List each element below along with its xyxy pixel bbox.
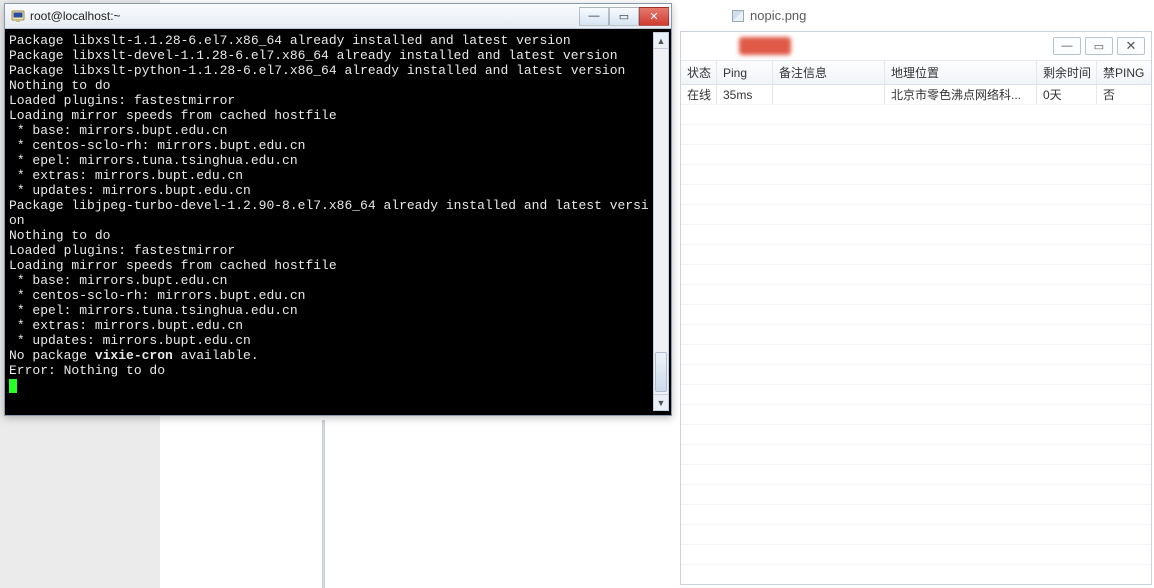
table-row-empty — [681, 305, 1151, 325]
minimize-button[interactable]: — — [579, 7, 609, 26]
image-file-icon — [732, 10, 744, 22]
table-row-empty — [681, 145, 1151, 165]
terminal-titlebar[interactable]: root@localhost:~ — ▭ ✕ — [5, 4, 671, 29]
scroll-thumb[interactable] — [655, 352, 667, 392]
file-tab-label: nopic.png — [750, 8, 806, 23]
blurred-red-button[interactable] — [739, 37, 791, 55]
terminal-line: Loaded plugins: fastestmirror — [9, 93, 653, 108]
panel-maximize-button[interactable]: ▭ — [1085, 37, 1113, 55]
terminal-line: Loading mirror speeds from cached hostfi… — [9, 108, 653, 123]
terminal-line: Loading mirror speeds from cached hostfi… — [9, 258, 653, 273]
table-row[interactable]: 在线35ms 北京市零色沸点网络科...0天否 — [681, 85, 1151, 105]
table-row-empty — [681, 245, 1151, 265]
terminal-title-text: root@localhost:~ — [30, 9, 121, 23]
table-cell: 否 — [1097, 85, 1145, 104]
terminal-line: * base: mirrors.bupt.edu.cn — [9, 123, 653, 138]
grid-header: 状态 Ping 备注信息 地理位置 剩余时间 禁PING — [681, 61, 1151, 85]
scroll-down-arrow-icon[interactable]: ▼ — [654, 394, 668, 410]
table-cell — [773, 85, 885, 104]
terminal-line: Nothing to do — [9, 228, 653, 243]
file-tab-nopic[interactable]: nopic.png — [720, 3, 818, 28]
close-button[interactable]: ✕ — [639, 7, 669, 26]
table-cell: 35ms — [717, 85, 773, 104]
terminal-line: * base: mirrors.bupt.edu.cn — [9, 273, 653, 288]
terminal-prompt-line — [9, 378, 653, 393]
maximize-button[interactable]: ▭ — [609, 7, 639, 26]
table-row-empty — [681, 385, 1151, 405]
table-cell: 0天 — [1037, 85, 1097, 104]
table-row-empty — [681, 105, 1151, 125]
table-row-empty — [681, 525, 1151, 545]
terminal-line: * epel: mirrors.tuna.tsinghua.edu.cn — [9, 303, 653, 318]
terminal-line: * extras: mirrors.bupt.edu.cn — [9, 168, 653, 183]
terminal-line: Package libxslt-1.1.28-6.el7.x86_64 alre… — [9, 33, 653, 48]
monitor-toolbar: — ▭ ✕ — [681, 32, 1151, 61]
monitor-panel: — ▭ ✕ 状态 Ping 备注信息 地理位置 剩余时间 禁PING 在线35m… — [680, 31, 1152, 585]
table-cell: 北京市零色沸点网络科... — [885, 85, 1037, 104]
col-status[interactable]: 状态 — [681, 61, 717, 84]
terminal-line: * epel: mirrors.tuna.tsinghua.edu.cn — [9, 153, 653, 168]
terminal-line: * updates: mirrors.bupt.edu.cn — [9, 333, 653, 348]
scroll-up-arrow-icon[interactable]: ▲ — [654, 33, 668, 49]
table-row-empty — [681, 565, 1151, 584]
table-row-empty — [681, 445, 1151, 465]
table-row-empty — [681, 545, 1151, 565]
col-note[interactable]: 备注信息 — [773, 61, 885, 84]
terminal-scrollbar[interactable]: ▲ ▼ — [653, 32, 669, 411]
table-row-empty — [681, 405, 1151, 425]
terminal-line: * centos-sclo-rh: mirrors.bupt.edu.cn — [9, 288, 653, 303]
table-row-empty — [681, 225, 1151, 245]
table-cell: 在线 — [681, 85, 717, 104]
terminal-body[interactable]: Package libxslt-1.1.28-6.el7.x86_64 alre… — [5, 29, 671, 415]
terminal-window: root@localhost:~ — ▭ ✕ Package libxslt-1… — [4, 3, 672, 416]
terminal-cursor — [9, 379, 17, 393]
table-row-empty — [681, 185, 1151, 205]
table-row-empty — [681, 485, 1151, 505]
terminal-line: Package libxslt-devel-1.1.28-6.el7.x86_6… — [9, 48, 653, 63]
panel-minimize-button[interactable]: — — [1053, 37, 1081, 55]
table-row-empty — [681, 125, 1151, 145]
table-row-empty — [681, 345, 1151, 365]
table-row-empty — [681, 505, 1151, 525]
terminal-line: * extras: mirrors.bupt.edu.cn — [9, 318, 653, 333]
terminal-line: Package libxslt-python-1.1.28-6.el7.x86_… — [9, 63, 653, 78]
table-row-empty — [681, 425, 1151, 445]
col-noping[interactable]: 禁PING — [1097, 61, 1145, 84]
putty-icon — [11, 9, 25, 23]
terminal-line: Package libjpeg-turbo-devel-1.2.90-8.el7… — [9, 198, 653, 228]
col-ping[interactable]: Ping — [717, 61, 773, 84]
terminal-line: Loaded plugins: fastestmirror — [9, 243, 653, 258]
table-row-empty — [681, 365, 1151, 385]
terminal-line: * updates: mirrors.bupt.edu.cn — [9, 183, 653, 198]
col-geo[interactable]: 地理位置 — [885, 61, 1037, 84]
terminal-line: Nothing to do — [9, 78, 653, 93]
table-row-empty — [681, 465, 1151, 485]
panel-close-button[interactable]: ✕ — [1117, 37, 1145, 55]
table-row-empty — [681, 205, 1151, 225]
terminal-line: * centos-sclo-rh: mirrors.bupt.edu.cn — [9, 138, 653, 153]
table-row-empty — [681, 325, 1151, 345]
table-row-empty — [681, 285, 1151, 305]
table-row-empty — [681, 265, 1151, 285]
monitor-grid: 状态 Ping 备注信息 地理位置 剩余时间 禁PING 在线35ms 北京市零色… — [681, 61, 1151, 584]
col-remain[interactable]: 剩余时间 — [1037, 61, 1097, 84]
panel-window-controls: — ▭ ✕ — [1049, 37, 1145, 55]
terminal-line: No package vixie-cron available. — [9, 348, 653, 363]
terminal-line: Error: Nothing to do — [9, 363, 653, 378]
terminal-window-controls: — ▭ ✕ — [579, 7, 669, 26]
table-row-empty — [681, 165, 1151, 185]
vertical-divider[interactable] — [322, 420, 325, 588]
